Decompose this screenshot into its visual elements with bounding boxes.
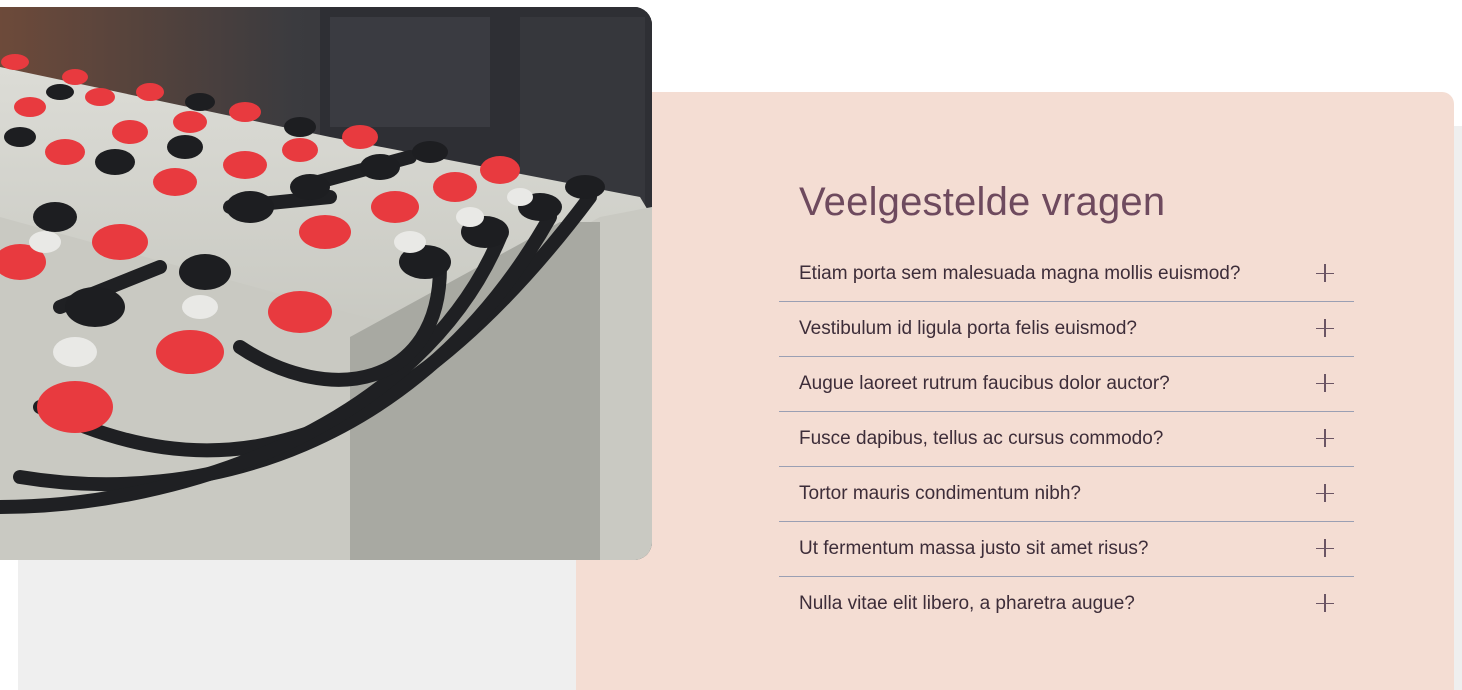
faq-item[interactable]: Etiam porta sem malesuada magna mollis e… [779,247,1354,302]
faq-question: Vestibulum id ligula porta felis euismod… [799,318,1137,339]
faq-question: Nulla vitae elit libero, a pharetra augu… [799,593,1135,614]
plus-icon[interactable] [1316,539,1334,557]
plus-icon[interactable] [1316,429,1334,447]
faq-item[interactable]: Tortor mauris condimentum nibh? [779,467,1354,522]
faq-question: Etiam porta sem malesuada magna mollis e… [799,263,1241,284]
plus-icon[interactable] [1316,264,1334,282]
plus-icon[interactable] [1316,319,1334,337]
faq-question: Ut fermentum massa justo sit amet risus? [799,538,1149,559]
faq-question: Fusce dapibus, tellus ac cursus commodo? [799,428,1164,449]
faq-title: Veelgestelde vragen [799,180,1166,224]
plus-icon[interactable] [1316,374,1334,392]
faq-item[interactable]: Vestibulum id ligula porta felis euismod… [779,302,1354,357]
faq-item[interactable]: Fusce dapibus, tellus ac cursus commodo? [779,412,1354,467]
battery-photo [0,7,652,560]
plus-icon[interactable] [1316,594,1334,612]
faq-question: Tortor mauris condimentum nibh? [799,483,1081,504]
faq-item[interactable]: Ut fermentum massa justo sit amet risus? [779,522,1354,577]
faq-item[interactable]: Nulla vitae elit libero, a pharetra augu… [779,577,1354,632]
faq-accordion: Etiam porta sem malesuada magna mollis e… [779,247,1354,632]
plus-icon[interactable] [1316,484,1334,502]
faq-item[interactable]: Augue laoreet rutrum faucibus dolor auct… [779,357,1354,412]
faq-question: Augue laoreet rutrum faucibus dolor auct… [799,373,1170,394]
